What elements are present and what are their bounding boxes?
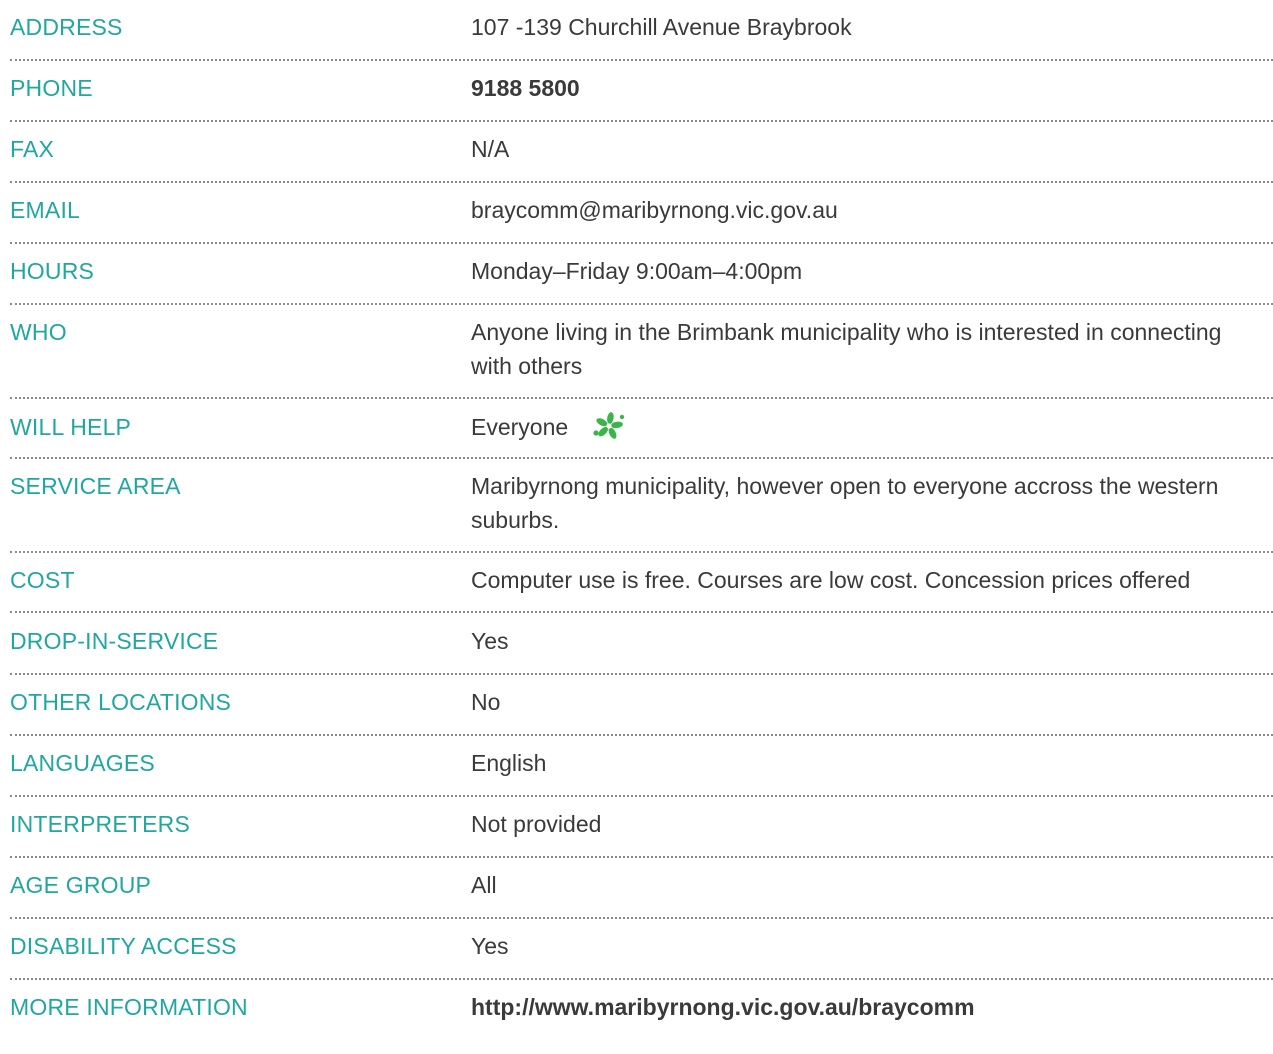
value-address: 107 -139 Churchill Avenue Braybrook (471, 14, 852, 40)
flower-icon (590, 411, 628, 441)
value-other-locations: No (471, 689, 501, 715)
row-phone: PHONE 9188 5800 (10, 61, 1273, 122)
value-service-area: Maribyrnong municipality, however open t… (471, 473, 1219, 533)
row-other-locations: OTHER LOCATIONS No (10, 675, 1273, 736)
label-other-locations: OTHER LOCATIONS (10, 689, 232, 715)
value-age-group: All (471, 872, 497, 898)
row-interpreters: INTERPRETERS Not provided (10, 797, 1273, 858)
label-cost: COST (10, 567, 75, 593)
row-disability-access: DISABILITY ACCESS Yes (10, 919, 1273, 980)
value-hours: Monday–Friday 9:00am–4:00pm (471, 258, 803, 284)
row-address: ADDRESS 107 -139 Churchill Avenue Braybr… (10, 0, 1273, 61)
value-drop-in-service: Yes (471, 628, 509, 654)
label-age-group: AGE GROUP (10, 872, 152, 898)
label-interpreters: INTERPRETERS (10, 811, 191, 837)
label-disability-access: DISABILITY ACCESS (10, 933, 237, 959)
value-cost: Computer use is free. Courses are low co… (471, 567, 1191, 593)
label-drop-in-service: DROP-IN-SERVICE (10, 628, 219, 654)
label-hours: HOURS (10, 258, 95, 284)
value-will-help: Everyone (471, 414, 569, 440)
value-languages: English (471, 750, 547, 776)
label-phone: PHONE (10, 75, 93, 101)
label-languages: LANGUAGES (10, 750, 155, 776)
row-fax: FAX N/A (10, 122, 1273, 183)
row-who: WHO Anyone living in the Brimbank munici… (10, 305, 1273, 399)
label-email: EMAIL (10, 197, 81, 223)
label-address: ADDRESS (10, 14, 123, 40)
value-phone: 9188 5800 (471, 75, 580, 101)
value-email: braycomm@maribyrnong.vic.gov.au (471, 197, 838, 223)
row-age-group: AGE GROUP All (10, 858, 1273, 919)
row-email: EMAIL braycomm@maribyrnong.vic.gov.au (10, 183, 1273, 244)
row-languages: LANGUAGES English (10, 736, 1273, 797)
label-fax: FAX (10, 136, 55, 162)
label-more-information: MORE INFORMATION (10, 994, 248, 1020)
label-service-area: SERVICE AREA (10, 473, 181, 499)
value-will-help-cell: Everyone (471, 410, 1273, 444)
value-disability-access: Yes (471, 933, 509, 959)
row-will-help: WILL HELP Everyone (10, 399, 1273, 459)
label-who: WHO (10, 319, 67, 345)
row-hours: HOURS Monday–Friday 9:00am–4:00pm (10, 244, 1273, 305)
value-fax: N/A (471, 136, 510, 162)
row-more-information: MORE INFORMATION http://www.maribyrnong.… (10, 980, 1273, 1024)
label-will-help: WILL HELP (10, 414, 132, 440)
row-service-area: SERVICE AREA Maribyrnong municipality, h… (10, 459, 1273, 553)
row-drop-in-service: DROP-IN-SERVICE Yes (10, 613, 1273, 675)
value-who: Anyone living in the Brimbank municipali… (471, 319, 1222, 379)
row-cost: COST Computer use is free. Courses are l… (10, 553, 1273, 613)
value-more-information[interactable]: http://www.maribyrnong.vic.gov.au/brayco… (471, 990, 1273, 1024)
value-interpreters: Not provided (471, 811, 602, 837)
service-info-table: ADDRESS 107 -139 Churchill Avenue Braybr… (0, 0, 1273, 1024)
